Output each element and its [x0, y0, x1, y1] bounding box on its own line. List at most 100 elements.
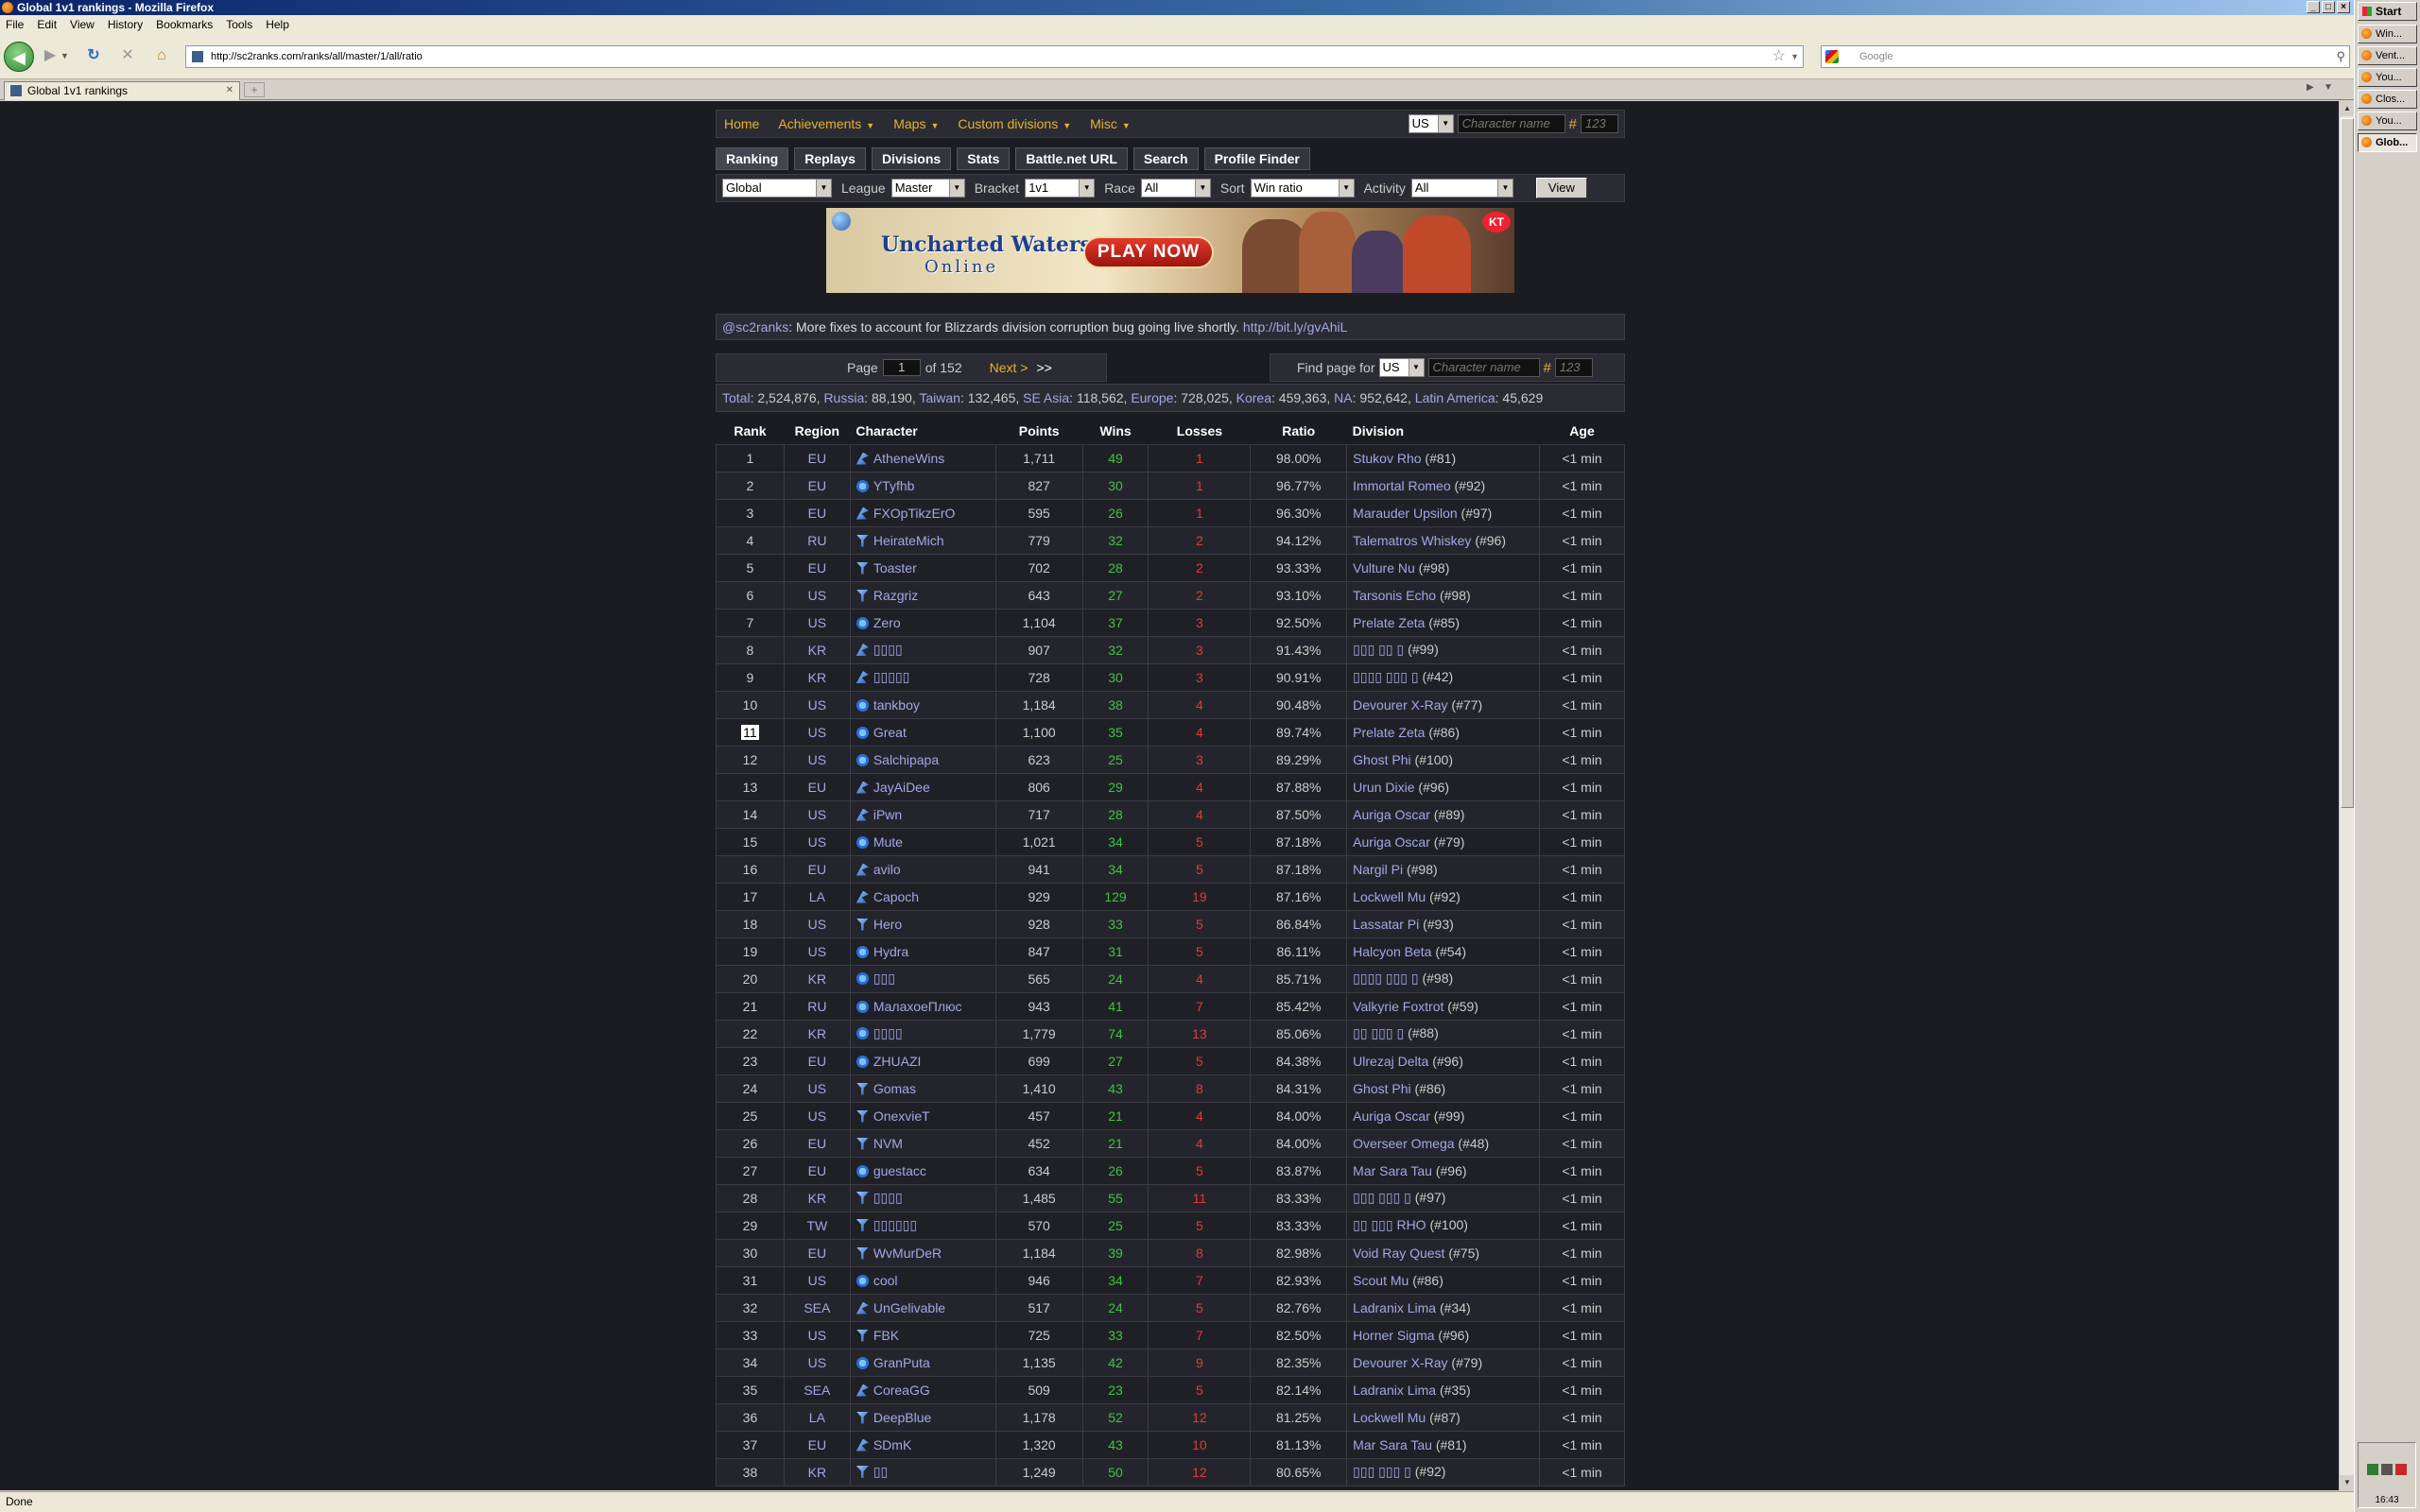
character-link[interactable]: Gomas — [873, 1081, 916, 1096]
header-region[interactable]: Region — [784, 418, 851, 444]
character-link[interactable]: ▯▯▯ — [873, 971, 895, 986]
view-button[interactable]: View — [1535, 178, 1587, 198]
menu-file[interactable]: File — [6, 18, 24, 31]
reload-icon[interactable]: ↻ — [81, 43, 106, 68]
total-label[interactable]: Russia — [823, 390, 864, 405]
character-link[interactable]: ▯▯▯▯ — [873, 1190, 903, 1205]
character-link[interactable]: WvMurDeR — [873, 1246, 942, 1261]
character-link[interactable]: ▯▯▯▯▯▯ — [873, 1217, 917, 1232]
division-link[interactable]: Prelate Zeta — [1353, 725, 1425, 740]
menu-tools[interactable]: Tools — [226, 18, 252, 31]
tray-app-icon[interactable] — [2395, 1464, 2407, 1475]
division-link[interactable]: Auriga Oscar — [1353, 834, 1430, 850]
find-character-input[interactable]: Character name — [1427, 358, 1540, 377]
header-points[interactable]: Points — [995, 418, 1083, 444]
header-age[interactable]: Age — [1539, 418, 1625, 444]
nav-custom-divisions[interactable]: Custom divisions ▼ — [958, 116, 1071, 131]
division-link[interactable]: Ulrezaj Delta — [1353, 1054, 1428, 1069]
character-link[interactable]: GranPuta — [873, 1355, 930, 1370]
division-link[interactable]: ▯▯▯ ▯▯ ▯ — [1353, 642, 1404, 657]
character-link[interactable]: FBK — [873, 1328, 899, 1343]
total-label[interactable]: Europe — [1131, 390, 1173, 405]
character-link[interactable]: DeepBlue — [873, 1410, 932, 1425]
division-link[interactable]: Talematros Whiskey — [1353, 533, 1471, 548]
character-link[interactable]: guestacc — [873, 1163, 926, 1178]
google-icon[interactable] — [1825, 50, 1839, 63]
character-link[interactable]: SDmK — [873, 1437, 911, 1452]
league-select[interactable]: Master ▼ — [890, 179, 965, 198]
search-icon[interactable]: ⚲ — [2336, 46, 2345, 67]
division-link[interactable]: Marauder Upsilon — [1353, 506, 1458, 521]
division-link[interactable]: Devourer X-Ray — [1353, 697, 1447, 713]
division-link[interactable]: Stukov Rho — [1353, 451, 1421, 466]
division-link[interactable]: Lockwell Mu — [1353, 889, 1426, 904]
total-label[interactable]: Korea — [1236, 390, 1271, 405]
character-link[interactable]: tankboy — [873, 697, 920, 713]
nav-achievements[interactable]: Achievements ▼ — [778, 116, 874, 131]
twitter-handle-link[interactable]: @sc2ranks — [722, 319, 788, 335]
tray-network-icon[interactable] — [2367, 1464, 2378, 1475]
menu-bookmarks[interactable]: Bookmarks — [156, 18, 213, 31]
close-window-button[interactable]: × — [2337, 1, 2350, 13]
taskbar-item[interactable]: You... — [2358, 68, 2417, 87]
division-link[interactable]: ▯▯ ▯▯▯ ▯ — [1353, 1025, 1404, 1040]
division-link[interactable]: ▯▯▯▯ ▯▯▯ ▯ — [1353, 669, 1418, 684]
find-region-select[interactable]: US ▼ — [1378, 358, 1425, 377]
character-link[interactable]: ▯▯▯▯▯ — [873, 669, 910, 684]
region-select[interactable]: US ▼ — [1408, 114, 1454, 133]
maximize-button[interactable]: □ — [2322, 1, 2335, 13]
nav-misc[interactable]: Misc ▼ — [1090, 116, 1131, 131]
play-now-button[interactable]: PLAY NOW — [1083, 236, 1214, 268]
character-link[interactable]: iPwn — [873, 807, 902, 822]
menu-history[interactable]: History — [108, 18, 143, 31]
tab-profile-finder[interactable]: Profile Finder — [1203, 147, 1310, 170]
division-link[interactable]: Devourer X-Ray — [1353, 1355, 1447, 1370]
division-link[interactable]: ▯▯▯▯ ▯▯▯ ▯ — [1353, 971, 1418, 986]
character-link[interactable]: Hero — [873, 917, 902, 932]
division-link[interactable]: Urun Dixie — [1353, 780, 1414, 795]
division-link[interactable]: Horner Sigma — [1353, 1328, 1434, 1343]
character-link[interactable]: YTyfhb — [873, 478, 915, 493]
race-select[interactable]: All ▼ — [1140, 179, 1211, 198]
division-link[interactable]: Vulture Nu — [1353, 560, 1415, 576]
division-link[interactable]: ▯▯▯ ▯▯▯ ▯ — [1353, 1464, 1411, 1479]
url-dropdown-icon[interactable]: ▼ — [1790, 46, 1799, 67]
menu-help[interactable]: Help — [266, 18, 289, 31]
division-link[interactable]: Ladranix Lima — [1353, 1300, 1436, 1315]
taskbar-item[interactable]: Win... — [2358, 25, 2417, 43]
header-wins[interactable]: Wins — [1082, 418, 1149, 444]
character-link[interactable]: Mute — [873, 834, 903, 850]
menu-view[interactable]: View — [70, 18, 95, 31]
character-link[interactable]: UnGelivable — [873, 1300, 945, 1315]
tab-replays[interactable]: Replays — [794, 147, 866, 170]
minimize-button[interactable]: _ — [2307, 1, 2320, 13]
tab-stats[interactable]: Stats — [957, 147, 1011, 170]
division-link[interactable]: Valkyrie Foxtrot — [1353, 999, 1443, 1014]
division-link[interactable]: Prelate Zeta — [1353, 615, 1425, 630]
division-link[interactable]: Ghost Phi — [1353, 1081, 1410, 1096]
browser-tab[interactable]: Global 1v1 rankings ✕ — [4, 81, 240, 100]
character-link[interactable]: ZHUAZI — [873, 1054, 922, 1069]
character-link[interactable]: AtheneWins — [873, 451, 944, 466]
character-link[interactable]: Zero — [873, 615, 901, 630]
character-link[interactable]: МалахоеПлюс — [873, 999, 962, 1014]
division-link[interactable]: Auriga Oscar — [1353, 1108, 1430, 1124]
division-link[interactable]: Mar Sara Tau — [1353, 1163, 1432, 1178]
vertical-scrollbar[interactable]: ▲ ▼ — [2339, 101, 2355, 1490]
division-link[interactable]: ▯▯ ▯▯▯ RHO — [1353, 1217, 1426, 1232]
taskbar-item[interactable]: Clos... — [2358, 90, 2417, 109]
division-link[interactable]: Lassatar Pi — [1353, 917, 1419, 932]
character-link[interactable]: ▯▯ — [873, 1464, 888, 1479]
character-link[interactable]: FXOpTikzErO — [873, 506, 956, 521]
total-label[interactable]: NA — [1334, 390, 1352, 405]
start-button[interactable]: Start — [2358, 2, 2417, 21]
character-link[interactable]: NVM — [873, 1136, 903, 1151]
character-link[interactable]: ▯▯▯▯ — [873, 1025, 903, 1040]
tray-monitor-icon[interactable] — [2381, 1464, 2393, 1475]
header-division[interactable]: Division — [1346, 418, 1540, 444]
bookmark-star-icon[interactable]: ☆ — [1772, 46, 1786, 67]
division-link[interactable]: ▯▯▯ ▯▯▯ ▯ — [1353, 1190, 1411, 1205]
tab-divisions[interactable]: Divisions — [871, 147, 952, 170]
division-link[interactable]: Overseer Omega — [1353, 1136, 1454, 1151]
find-code-input[interactable]: 123 — [1554, 358, 1593, 377]
